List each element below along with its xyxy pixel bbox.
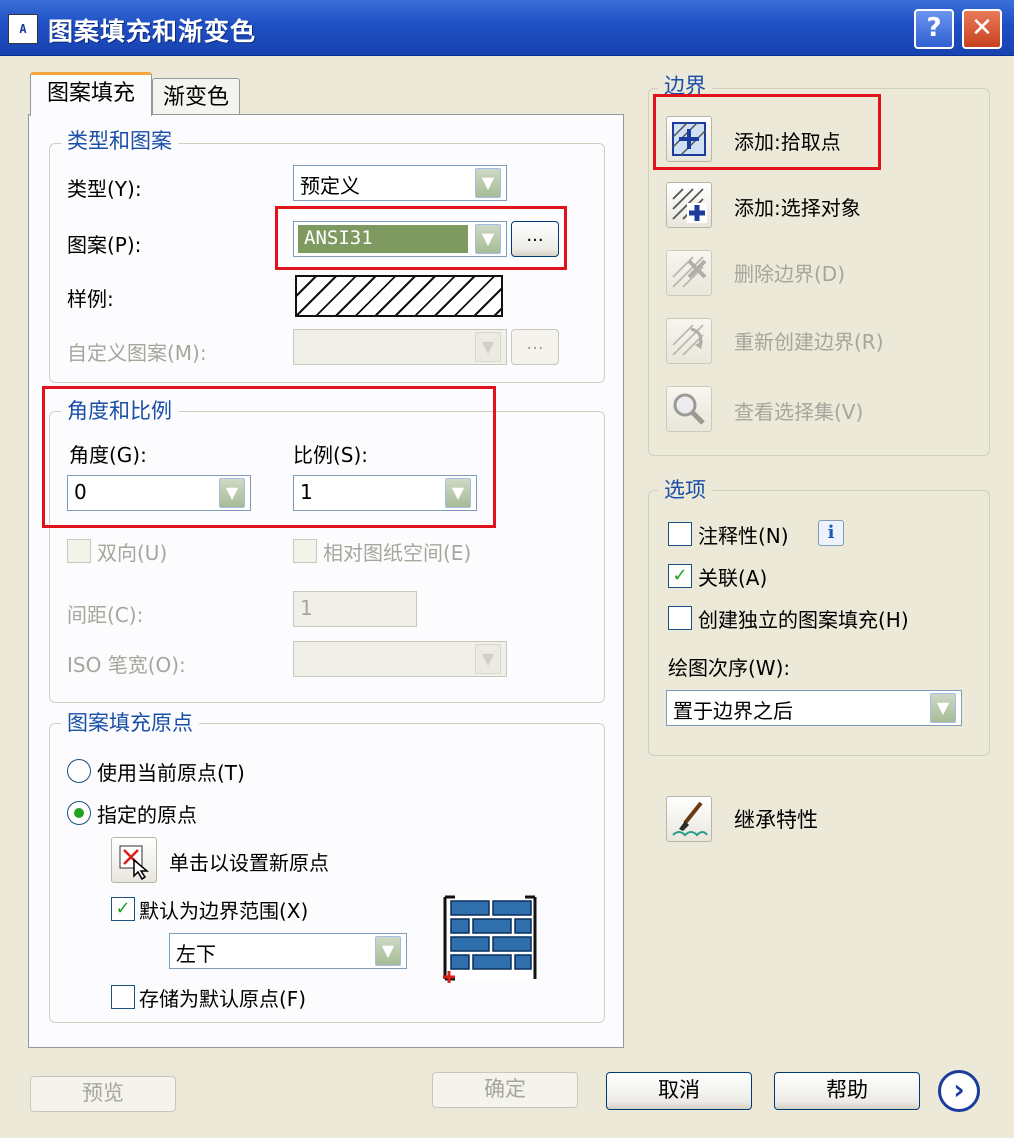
specified-origin-label: 指定的原点 [97, 803, 197, 827]
boundary-item-label[interactable]: 添加:选择对象 [734, 192, 861, 221]
help-title-button[interactable]: ? [914, 9, 954, 49]
tab-gradient[interactable]: 渐变色 [152, 78, 240, 118]
spacing-input[interactable]: 1 [293, 591, 417, 627]
default-extent-label: 默认为边界范围(X) [139, 899, 309, 923]
boundary-item-label: 查看选择集(V) [734, 400, 864, 424]
info-icon[interactable]: i [818, 520, 844, 546]
more-options-icon[interactable]: › [938, 1070, 980, 1112]
draw-order-label: 绘图次序(W): [668, 656, 791, 680]
remove-boundary-button[interactable] [666, 250, 712, 296]
double-label: 双向(U) [97, 541, 168, 565]
hatch-origin-group-label: 图案填充原点 [61, 707, 199, 737]
pattern-label: 图案(P): [67, 233, 142, 257]
recreate-boundary-button[interactable] [666, 318, 712, 364]
set-origin-button[interactable] [111, 837, 157, 883]
store-default-label: 存储为默认原点(F) [139, 987, 307, 1011]
default-extent-checkbox[interactable]: ✓ [111, 897, 135, 921]
annotative-label: 注释性(N) [698, 524, 789, 548]
draw-order-select[interactable]: 置于边界之后 [666, 690, 962, 726]
inherit-properties-button[interactable] [666, 796, 712, 842]
angle-scale-highlight [42, 386, 496, 528]
relative-paper-label: 相对图纸空间(E) [323, 541, 472, 565]
type-value: 预定义 [300, 174, 360, 198]
remove-boundary-icon [672, 256, 707, 288]
relative-paper-checkbox[interactable] [293, 539, 317, 563]
store-default-checkbox[interactable] [111, 985, 135, 1009]
origin-preview-image [441, 891, 539, 985]
tab-hatch[interactable]: 图案填充 [30, 72, 152, 116]
boundary-item-label: 删除边界(D) [734, 262, 846, 286]
use-current-origin-label: 使用当前原点(T) [97, 761, 245, 785]
use-current-origin-radio[interactable] [67, 759, 91, 783]
pattern-swatch[interactable] [295, 275, 503, 317]
select-objects-button[interactable] [666, 182, 712, 228]
type-label: 类型(Y): [67, 177, 142, 201]
options-group-label: 选项 [658, 474, 712, 504]
associative-checkbox[interactable]: ✓ [668, 564, 692, 588]
recreate-boundary-icon [672, 324, 704, 356]
cancel-button[interactable]: 取消 [606, 1072, 752, 1110]
pattern-highlight [275, 206, 567, 270]
draw-order-value: 置于边界之后 [673, 699, 793, 723]
paintbrush-icon [672, 801, 708, 837]
separate-hatch-checkbox[interactable] [668, 606, 692, 630]
autocad-app-icon: A [8, 14, 38, 44]
preview-button[interactable]: 预览 [30, 1076, 176, 1112]
close-button[interactable]: ✕ [962, 9, 1002, 49]
help-button[interactable]: 帮助 [774, 1072, 920, 1110]
set-origin-icon [119, 845, 150, 881]
spacing-label: 间距(C): [67, 603, 144, 627]
chevron-down-icon: ▼ [475, 332, 501, 362]
swatch-label: 样例: [67, 287, 114, 311]
origin-position-select[interactable]: 左下 [169, 933, 407, 969]
click-set-origin-label: 单击以设置新原点 [169, 851, 329, 875]
boundary-item-label: 重新创建边界(R) [734, 330, 884, 354]
iso-pen-label: ISO 笔宽(O): [67, 653, 186, 677]
inherit-properties-label[interactable]: 继承特性 [734, 804, 818, 834]
pick-point-highlight [653, 94, 881, 170]
custom-pattern-label: 自定义图案(M): [67, 341, 207, 365]
spacing-value: 1 [300, 596, 313, 620]
select-objects-icon [672, 188, 707, 223]
type-pattern-group-label: 类型和图案 [61, 125, 178, 155]
magnifier-icon [673, 393, 705, 425]
custom-browse-button[interactable]: ... [511, 329, 559, 365]
annotative-checkbox[interactable] [668, 522, 692, 546]
ok-button[interactable]: 确定 [432, 1072, 578, 1108]
separate-hatch-label: 创建独立的图案填充(H) [698, 608, 909, 632]
chevron-down-icon[interactable]: ▼ [375, 936, 401, 966]
specified-origin-radio[interactable] [67, 801, 91, 825]
chevron-down-icon: ▼ [475, 644, 501, 674]
view-selection-button[interactable] [666, 386, 712, 432]
origin-position-value: 左下 [176, 942, 216, 966]
associative-label: 关联(A) [698, 566, 768, 590]
chevron-down-icon[interactable]: ▼ [930, 693, 956, 723]
chevron-down-icon[interactable]: ▼ [475, 168, 501, 198]
window-title: 图案填充和渐变色 [48, 17, 257, 46]
double-checkbox[interactable] [67, 539, 91, 563]
